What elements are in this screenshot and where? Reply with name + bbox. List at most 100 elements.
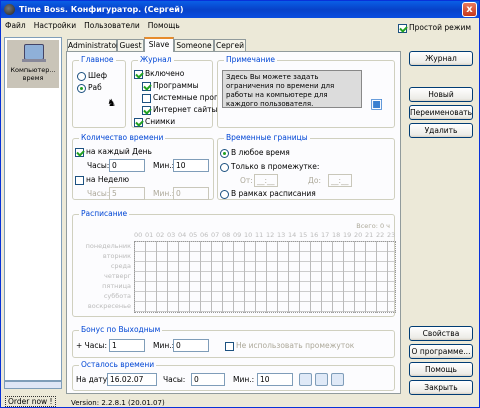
- remaining-mins-input[interactable]: 10: [257, 373, 293, 386]
- schedule-cells[interactable]: [134, 241, 396, 313]
- bonus-hours-input[interactable]: 1: [109, 339, 145, 352]
- radio-icon[interactable]: [77, 83, 86, 93]
- delete-button[interactable]: Удалить: [409, 123, 473, 138]
- close-dialog-button[interactable]: Закрыть: [409, 380, 473, 395]
- order-now-button[interactable]: Order now !: [5, 396, 56, 407]
- schedule-day: среда: [110, 262, 131, 270]
- left-panel: Компьютер... время: [4, 37, 62, 381]
- menu-help[interactable]: Помощь: [148, 21, 180, 30]
- remaining-hours-input[interactable]: 0: [191, 373, 225, 386]
- per-week-label: на Неделю: [86, 175, 130, 184]
- day-hours-input[interactable]: 0: [109, 159, 145, 172]
- bonus-mins-input[interactable]: 0: [173, 339, 209, 352]
- checkbox-icon[interactable]: [398, 23, 407, 33]
- schedule-day: вторник: [102, 252, 131, 260]
- globe-icon[interactable]: [315, 373, 328, 386]
- schedule-hour: 07: [211, 231, 220, 239]
- schedule-hour: 18: [332, 231, 341, 239]
- menu-settings[interactable]: Настройки: [34, 21, 76, 30]
- schedule-label: В рамках расписания: [231, 189, 316, 198]
- schedule-hour: 10: [244, 231, 253, 239]
- week-mins-input[interactable]: 0: [173, 187, 209, 200]
- journal-shots[interactable]: Снимки: [134, 117, 175, 127]
- no-interval-checkbox[interactable]: Не использовать промежуток: [225, 341, 354, 351]
- schedule-hour: 16: [310, 231, 319, 239]
- radio-icon[interactable]: [220, 189, 229, 199]
- bonus-mins-label: Мин.:: [153, 341, 175, 350]
- date-input[interactable]: 16.02.07: [107, 373, 157, 386]
- checkbox-icon[interactable]: [142, 93, 151, 103]
- checkbox-icon[interactable]: [142, 81, 151, 91]
- schedule-hour: 01: [145, 231, 154, 239]
- journal-system-label: Системные прог: [153, 93, 218, 102]
- day-mins-input[interactable]: 10: [173, 159, 209, 172]
- checkbox-icon[interactable]: [134, 117, 143, 127]
- interval-label: Только в промежутке:: [231, 162, 320, 171]
- simple-mode-checkbox[interactable]: Простой режим: [398, 23, 471, 33]
- tab-slave[interactable]: Slave: [144, 37, 174, 52]
- schedule-hour: 03: [167, 231, 176, 239]
- rename-button[interactable]: Переименовать: [409, 105, 473, 120]
- bounds-group-title: Временные границы: [224, 133, 310, 143]
- journal-internet[interactable]: Интернет сайты: [142, 105, 217, 115]
- schedule-total: Всего: 0 ч: [356, 222, 390, 230]
- to-input[interactable]: __:__: [328, 174, 352, 187]
- per-week-checkbox[interactable]: на Неделю: [75, 175, 129, 185]
- close-button[interactable]: x: [462, 2, 477, 17]
- checkbox-icon[interactable]: [75, 175, 84, 185]
- radio-icon[interactable]: [220, 148, 229, 158]
- remaining-mins-label: Мин.:: [233, 375, 255, 384]
- menu-users[interactable]: Пользователи: [84, 21, 140, 30]
- new-button[interactable]: Новый: [409, 87, 473, 102]
- week-hours-input[interactable]: 5: [109, 187, 145, 200]
- radio-schedule[interactable]: В рамках расписания: [220, 189, 316, 199]
- schedule-day: пятница: [102, 282, 131, 290]
- journal-system[interactable]: Системные прог: [142, 93, 218, 103]
- radio-icon[interactable]: [77, 71, 86, 81]
- schedule-hour: 17: [321, 231, 330, 239]
- schedule-hour: 13: [277, 231, 286, 239]
- bounds-group: Временные границы В любое время Только в…: [217, 133, 395, 200]
- computer-icon: [22, 44, 46, 62]
- bonus-group: Бонус по Выходным + Часы: 1 Мин.: 0 Не и…: [72, 325, 395, 358]
- from-input[interactable]: __:__: [254, 174, 278, 187]
- schedule-group-title: Расписание: [79, 209, 130, 219]
- app-icon: [4, 4, 15, 15]
- simple-mode-label: Простой режим: [409, 23, 471, 32]
- checkbox-icon[interactable]: [142, 105, 151, 115]
- computer-time-item[interactable]: Компьютер... время: [7, 40, 59, 88]
- radio-rab[interactable]: Раб: [77, 83, 102, 93]
- help-button[interactable]: Помощь: [409, 362, 473, 377]
- radio-icon[interactable]: [220, 162, 229, 172]
- refresh-icon[interactable]: [299, 373, 312, 386]
- schedule-day: понедельник: [85, 242, 131, 250]
- remaining-group-title: Осталось времени: [79, 360, 157, 370]
- about-button[interactable]: О программе...: [409, 344, 473, 359]
- schedule-hour: 08: [222, 231, 231, 239]
- per-day-checkbox[interactable]: на каждый День: [75, 147, 152, 157]
- properties-button[interactable]: Свойства: [409, 326, 473, 341]
- schedule-hour: 05: [189, 231, 198, 239]
- computer-users-icon: ▣: [370, 96, 384, 112]
- note-group: Примечание Здесь Вы можете задать ограни…: [217, 55, 395, 128]
- journal-button[interactable]: Журнал: [409, 51, 473, 66]
- rab-label: Раб: [88, 83, 102, 92]
- journal-group: Журнал Включено Программы Системные прог…: [131, 55, 218, 128]
- radio-shef[interactable]: Шеф: [77, 71, 107, 81]
- slave-icon[interactable]: [331, 373, 344, 386]
- journal-enabled[interactable]: Включено: [134, 69, 184, 79]
- menu-file[interactable]: Файл: [5, 21, 26, 30]
- journal-programs[interactable]: Программы: [142, 81, 199, 91]
- checkbox-icon[interactable]: [75, 147, 84, 157]
- checkbox-icon[interactable]: [225, 341, 234, 351]
- main-group: Главное Шеф Раб ♞: [72, 55, 126, 128]
- schedule-hour: 15: [299, 231, 308, 239]
- horizontal-scrollbar[interactable]: [4, 381, 62, 389]
- radio-any-time[interactable]: В любое время: [220, 148, 290, 158]
- checkbox-icon[interactable]: [134, 69, 143, 79]
- from-label: От:: [240, 176, 253, 185]
- week-mins-label: Мин.:: [153, 189, 175, 198]
- radio-interval[interactable]: Только в промежутке:: [220, 162, 319, 172]
- bonus-group-title: Бонус по Выходным: [79, 325, 163, 335]
- any-time-label: В любое время: [231, 148, 290, 157]
